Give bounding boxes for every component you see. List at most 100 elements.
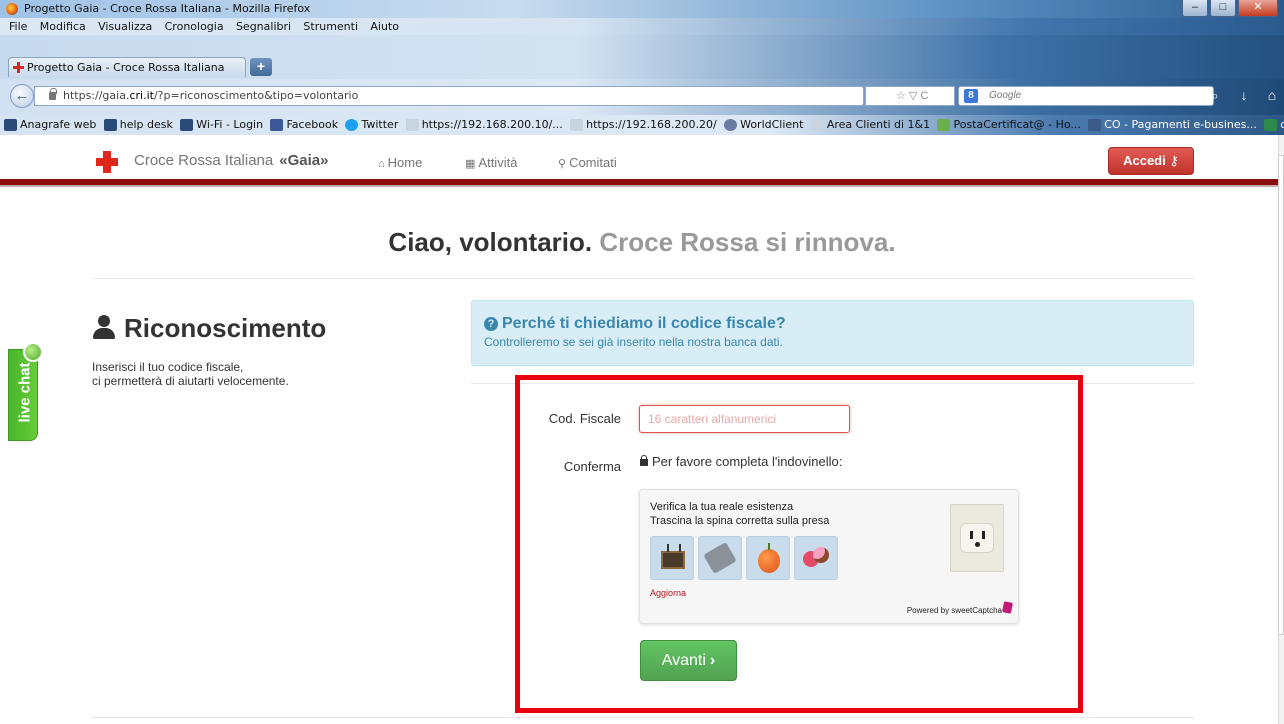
home-icon: ⌂ — [378, 158, 385, 170]
menu-strumenti[interactable]: Strumenti — [303, 18, 358, 35]
captcha-line: Trascina la spina corretta sulla presa — [650, 515, 830, 527]
captcha-instructions: Verifica la tua reale esistenza Trascina… — [650, 500, 829, 528]
user-icon — [92, 315, 116, 339]
bookmark-item[interactable]: help desk — [103, 115, 173, 135]
red-cross-favicon-icon — [13, 62, 24, 73]
search-icon[interactable]: ⌕ — [1204, 86, 1226, 106]
window-title: Progetto Gaia - Croce Rossa Italiana - M… — [24, 2, 311, 15]
map-marker-icon: ⚲ — [558, 158, 567, 170]
bookmark-item[interactable]: converter — [1264, 115, 1284, 135]
bookmark-label: CO - Pagamenti e-busines... — [1104, 118, 1257, 131]
bookmark-label: WorldClient — [740, 118, 804, 131]
lock-icon — [640, 455, 648, 466]
bookmark-item[interactable]: Facebook — [270, 115, 338, 135]
bookmark-label: PostaCertificat@ - Ho... — [953, 118, 1081, 131]
download-icon[interactable]: ↓ — [1234, 86, 1254, 106]
bookmark-item[interactable]: https://192.168.200.10/... — [405, 115, 563, 135]
close-window-button[interactable]: ✕ — [1238, 0, 1278, 17]
facebook-icon — [270, 119, 284, 131]
menu-visualizza[interactable]: Visualizza — [98, 18, 152, 35]
chevron-right-icon: › — [709, 652, 716, 669]
back-button[interactable]: ← — [10, 84, 34, 108]
captcha-option-orange[interactable] — [746, 536, 790, 580]
home-icon[interactable]: ⌂ — [1262, 86, 1282, 106]
nav-home[interactable]: ⌂ Home — [378, 155, 422, 170]
bookmark-icon — [570, 119, 584, 131]
new-tab-button[interactable]: + — [250, 58, 272, 76]
globe-icon — [724, 119, 738, 131]
captcha-refresh-link[interactable]: Aggiorna — [650, 588, 686, 598]
captcha-target[interactable] — [950, 504, 1004, 572]
converter-icon — [1264, 119, 1278, 131]
bookmark-item[interactable]: CO - Pagamenti e-busines... — [1088, 115, 1257, 135]
bookmark-icon — [4, 119, 17, 131]
google-icon: 8 — [964, 89, 978, 103]
bookmark-item[interactable]: https://192.168.200.20/ — [570, 115, 717, 135]
maximize-button[interactable]: □ — [1210, 0, 1236, 17]
bookmark-item[interactable]: PostaCertificat@ - Ho... — [937, 115, 1081, 135]
confirm-label: Conferma — [563, 459, 621, 474]
captcha-option-plug[interactable] — [698, 536, 742, 580]
captcha-option-icecream[interactable] — [794, 536, 838, 580]
brand-suffix: «Gaia» — [279, 152, 329, 169]
bookmark-item[interactable]: Wi-Fi - Login — [180, 115, 263, 135]
login-button[interactable]: Accedi ⚷ — [1108, 147, 1194, 175]
bookmark-item[interactable]: Twitter — [345, 115, 398, 135]
avanti-button[interactable]: Avanti › — [640, 640, 737, 681]
info-heading: ? Perché ti chiediamo il codice fiscale? — [484, 315, 1181, 333]
nav-attivita[interactable]: ▦ Attività — [465, 155, 517, 170]
icecream-icon — [803, 543, 831, 575]
description-line: ci permetterà di aiutarti velocemente. — [92, 374, 289, 388]
orange-icon — [758, 543, 780, 573]
nav-comitati[interactable]: ⚲ Comitati — [558, 155, 617, 170]
info-text: Controlleremo se sei già inserito nella … — [484, 335, 783, 349]
menu-cronologia[interactable]: Cronologia — [165, 18, 224, 35]
window-titlebar: Progetto Gaia - Croce Rossa Italiana - M… — [0, 0, 1284, 18]
tab-label: Progetto Gaia - Croce Rossa Italiana — [27, 61, 225, 74]
bookmark-label: Anagrafe web — [20, 118, 97, 131]
minimize-button[interactable]: – — [1182, 0, 1208, 17]
divider — [92, 278, 1194, 279]
twitter-icon — [345, 119, 359, 131]
codice-fiscale-input[interactable]: 16 caratteri alfanumerici — [639, 405, 850, 433]
site-brand[interactable]: Croce Rossa Italiana «Gaia» — [134, 152, 328, 169]
bookmark-item[interactable]: Area Clienti di 1&1 — [810, 115, 931, 135]
bookmark-item[interactable]: WorldClient — [724, 115, 803, 135]
nav-comitati-label: Comitati — [569, 155, 617, 170]
search-placeholder: Google — [989, 90, 1022, 101]
menu-modifica[interactable]: Modifica — [40, 18, 86, 35]
cf-label: Cod. Fiscale — [548, 411, 621, 426]
menu-aiuto[interactable]: Aiuto — [370, 18, 399, 35]
section-title: Riconoscimento — [92, 313, 326, 344]
site-navbar: Croce Rossa Italiana «Gaia» ⌂ Home ▦ Attivi… — [0, 135, 1278, 185]
divider — [92, 717, 1194, 718]
tab-gaia[interactable]: Progetto Gaia - Croce Rossa Italiana — [8, 57, 246, 77]
section-title-text: Riconoscimento — [124, 313, 327, 343]
brand-name: Croce Rossa Italiana — [134, 152, 274, 169]
firefox-logo-icon — [6, 3, 18, 15]
captcha-line: Verifica la tua reale esistenza — [650, 501, 794, 513]
url-domain: cri.it — [129, 89, 154, 102]
captcha-option-tv[interactable] — [650, 536, 694, 580]
menu-file[interactable]: File — [9, 18, 27, 35]
lock-icon — [49, 88, 57, 100]
address-bar[interactable]: https://gaia.cri.it/?p=riconoscimento&ti… — [34, 86, 864, 106]
calendar-icon: ▦ — [465, 158, 476, 170]
bookmark-star-reload-icons[interactable]: ☆ ▽ C — [865, 86, 955, 106]
socket-icon — [960, 523, 994, 553]
bookmark-label: https://192.168.200.20/ — [586, 118, 717, 131]
bookmark-label: Twitter — [361, 118, 399, 131]
bookmark-item[interactable]: Anagrafe web — [4, 115, 96, 135]
search-input[interactable]: 8 Google — [958, 86, 1214, 106]
menu-segnalibri[interactable]: Segnalibri — [236, 18, 291, 35]
powered-by[interactable]: Powered by sweetCaptcha — [907, 606, 1002, 615]
plug-icon — [703, 541, 737, 575]
url-rest: /?p=riconoscimento&tipo=volontario — [153, 89, 359, 102]
window-controls: – □ ✕ — [1182, 0, 1278, 18]
section-description: Inserisci il tuo codice fiscale, ci perm… — [92, 360, 392, 388]
bookmark-label: Wi-Fi - Login — [196, 118, 264, 131]
bookmarks-toolbar: Anagrafe web help desk Wi-Fi - Login Fac… — [0, 115, 1284, 135]
avanti-label: Avanti — [661, 652, 706, 669]
live-chat-button[interactable]: live chat — [8, 342, 43, 441]
bookmark-label: Area Clienti di 1&1 — [826, 118, 931, 131]
